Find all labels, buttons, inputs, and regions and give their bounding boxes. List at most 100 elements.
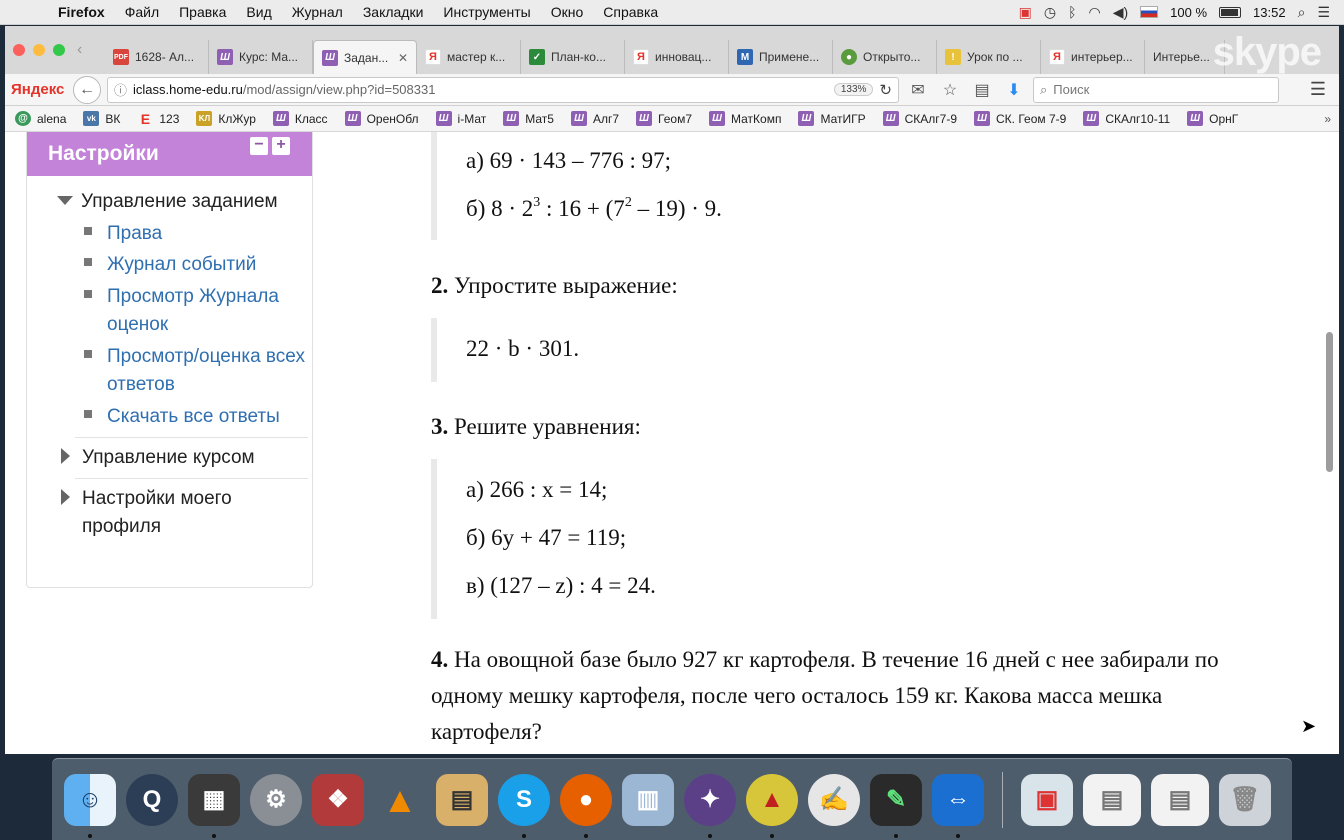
menu-edit[interactable]: Правка (169, 4, 236, 20)
menu-bookmarks[interactable]: Закладки (353, 4, 434, 20)
bookmark-item[interactable]: Ш СК. Геом 7-9 (974, 111, 1066, 126)
menu-tools[interactable]: Инструменты (433, 4, 540, 20)
menu-window[interactable]: Окно (541, 4, 594, 20)
tree-item-event-log[interactable]: Журнал событий (84, 251, 310, 279)
screen-mirror-icon[interactable]: ▣ (1019, 4, 1032, 21)
bookmark-item[interactable]: Ш ОрнГ (1187, 111, 1238, 126)
bluetooth-icon[interactable]: ᛒ (1068, 4, 1076, 20)
tree-node-course-admin[interactable]: Управление курсом (52, 444, 310, 472)
geogebra-icon[interactable]: ▲ (746, 773, 798, 838)
zoom-level[interactable]: 133% (833, 83, 874, 96)
screenshot-icon[interactable]: ▤ (1151, 773, 1209, 826)
collapse-block-icon[interactable]: − (250, 137, 268, 155)
quicktime-icon[interactable]: Q (126, 773, 178, 826)
link-label[interactable]: Просмотр Журнала оценок (107, 283, 310, 339)
bookmark-item[interactable]: vk ВК (83, 111, 120, 126)
vlc-icon[interactable]: ▲ (374, 774, 426, 826)
menu-view[interactable]: Вид (236, 4, 281, 20)
close-tab-icon[interactable]: ✕ (398, 51, 408, 65)
collapsed-triangle-icon[interactable] (61, 448, 70, 464)
address-bar[interactable]: ⓘ iclass.home-edu.ru/mod/assign/view.php… (107, 76, 899, 103)
link-label[interactable]: Скачать все ответы (107, 403, 280, 431)
tab[interactable]: Ямастер к... (417, 40, 521, 74)
screenshot-icon[interactable]: ▤ (1083, 773, 1141, 826)
bookmark-item[interactable]: Ш Алг7 (570, 111, 619, 126)
collapsed-triangle-icon[interactable] (61, 489, 70, 505)
bookmark-item[interactable]: Ш МатКомп (709, 111, 781, 126)
menu-history[interactable]: Журнал (282, 4, 353, 20)
bookmark-item[interactable]: KЛ КлЖур (196, 111, 256, 126)
bookmark-item[interactable]: Ш Класс (272, 111, 328, 126)
menu-firefox[interactable]: Firefox (48, 4, 115, 20)
bookmark-item[interactable]: E 123 (137, 111, 180, 127)
tab[interactable]: PDF 1628- Ал... (105, 40, 209, 74)
bookmark-item[interactable]: Шi-Мат (435, 111, 486, 126)
wifi-icon[interactable]: ◠ (1089, 4, 1101, 21)
tab[interactable]: M Примене... (729, 40, 833, 74)
tab[interactable]: ✓ План-ко... (521, 40, 625, 74)
bookmark-item[interactable]: Ш СКАлг7-9 (882, 111, 957, 126)
close-window-button[interactable] (13, 44, 25, 56)
trash-icon[interactable]: 🗑 (1219, 773, 1271, 826)
minimize-window-button[interactable] (33, 44, 45, 56)
photos-icon[interactable]: ❖ (312, 773, 364, 826)
bookmark-item[interactable]: Ш Мат5 (503, 111, 554, 126)
firefox-icon[interactable]: ● (560, 773, 612, 838)
hamburger-menu-icon[interactable]: ☰ (1303, 79, 1333, 100)
tree-item-download-all[interactable]: Скачать все ответы (84, 403, 310, 431)
bookmark-item[interactable]: Ш Геом7 (636, 111, 692, 126)
script-icon[interactable]: ✍ (808, 773, 860, 826)
teamviewer-icon[interactable]: ⇔ (932, 773, 984, 838)
info-icon[interactable]: ⓘ (114, 80, 127, 99)
download-icon[interactable]: ⬇ (1001, 80, 1027, 100)
tab[interactable]: ● Открыто... (833, 40, 937, 74)
tab[interactable]: Яинновац... (625, 40, 729, 74)
bookmark-item[interactable]: Ш МатИГР (798, 111, 866, 126)
art-app-icon[interactable]: ✎ (870, 773, 922, 838)
bookmark-star-icon[interactable]: ☆ (937, 80, 963, 100)
page-scrollbar[interactable] (1326, 332, 1333, 472)
menu-file[interactable]: Файл (115, 4, 169, 20)
bookmark-item[interactable]: Ш ОренОбл (344, 111, 419, 126)
tree-item-gradebook[interactable]: Просмотр Журнала оценок (84, 283, 310, 339)
tree-item-permissions[interactable]: Права (84, 220, 310, 248)
system-preferences-icon[interactable]: ⚙ (250, 773, 302, 826)
mail-icon[interactable]: ✉ (905, 80, 931, 100)
url-text[interactable]: iclass.home-edu.ru/mod/assign/view.php?i… (133, 82, 828, 97)
document-icon[interactable]: ▣ (1021, 773, 1073, 826)
tab-scroll-left-icon[interactable]: ‹ (77, 41, 105, 59)
yandex-logo[interactable]: Яндекс (11, 81, 67, 98)
tab-active[interactable]: Ш Задан... ✕ (313, 40, 417, 74)
tree-node-profile[interactable]: Настройки моего профиля (52, 485, 310, 541)
zoom-window-button[interactable] (53, 44, 65, 56)
tree-node-assign-admin[interactable]: Управление заданием (52, 188, 310, 216)
reload-icon[interactable]: ↻ (879, 81, 892, 99)
notification-center-icon[interactable]: ☰ (1317, 4, 1330, 21)
dock-block-icon[interactable]: + (272, 137, 290, 155)
battery-icon[interactable] (1219, 6, 1242, 18)
reading-list-icon[interactable]: ▤ (969, 80, 995, 100)
input-language-icon[interactable] (1140, 6, 1159, 18)
time-machine-icon[interactable]: ◷ (1044, 4, 1056, 21)
link-label[interactable]: Просмотр/оценка всех ответов (107, 343, 310, 399)
bookmark-item[interactable]: Ш СКАлг10-11 (1083, 111, 1170, 126)
calculator-icon[interactable]: ▤ (436, 773, 488, 826)
chevron-right-icon[interactable]: » (1324, 112, 1339, 126)
search-input[interactable]: ⌕ Поиск (1033, 76, 1279, 103)
back-button[interactable]: ← (73, 75, 101, 104)
link-label[interactable]: Права (107, 220, 162, 248)
expanded-triangle-icon[interactable] (57, 196, 73, 205)
preview-icon[interactable]: ▥ (622, 773, 674, 826)
unknown-app-icon[interactable]: ✦ (684, 773, 736, 838)
bookmark-item[interactable]: @ alena (15, 111, 66, 126)
volume-icon[interactable]: ◀) (1113, 4, 1128, 21)
clock[interactable]: 13:52 (1253, 5, 1286, 20)
tab[interactable]: Яинтерьер... (1041, 40, 1145, 74)
finder-icon[interactable]: ☺ (64, 773, 116, 838)
skype-icon[interactable]: S (498, 773, 550, 838)
tab[interactable]: ! Урок по ... (937, 40, 1041, 74)
menu-help[interactable]: Справка (593, 4, 668, 20)
tab[interactable]: Ш Курс: Ма... (209, 40, 313, 74)
spotlight-icon[interactable]: ⌕ (1298, 4, 1306, 21)
tree-item-grade-all[interactable]: Просмотр/оценка всех ответов (84, 343, 310, 399)
